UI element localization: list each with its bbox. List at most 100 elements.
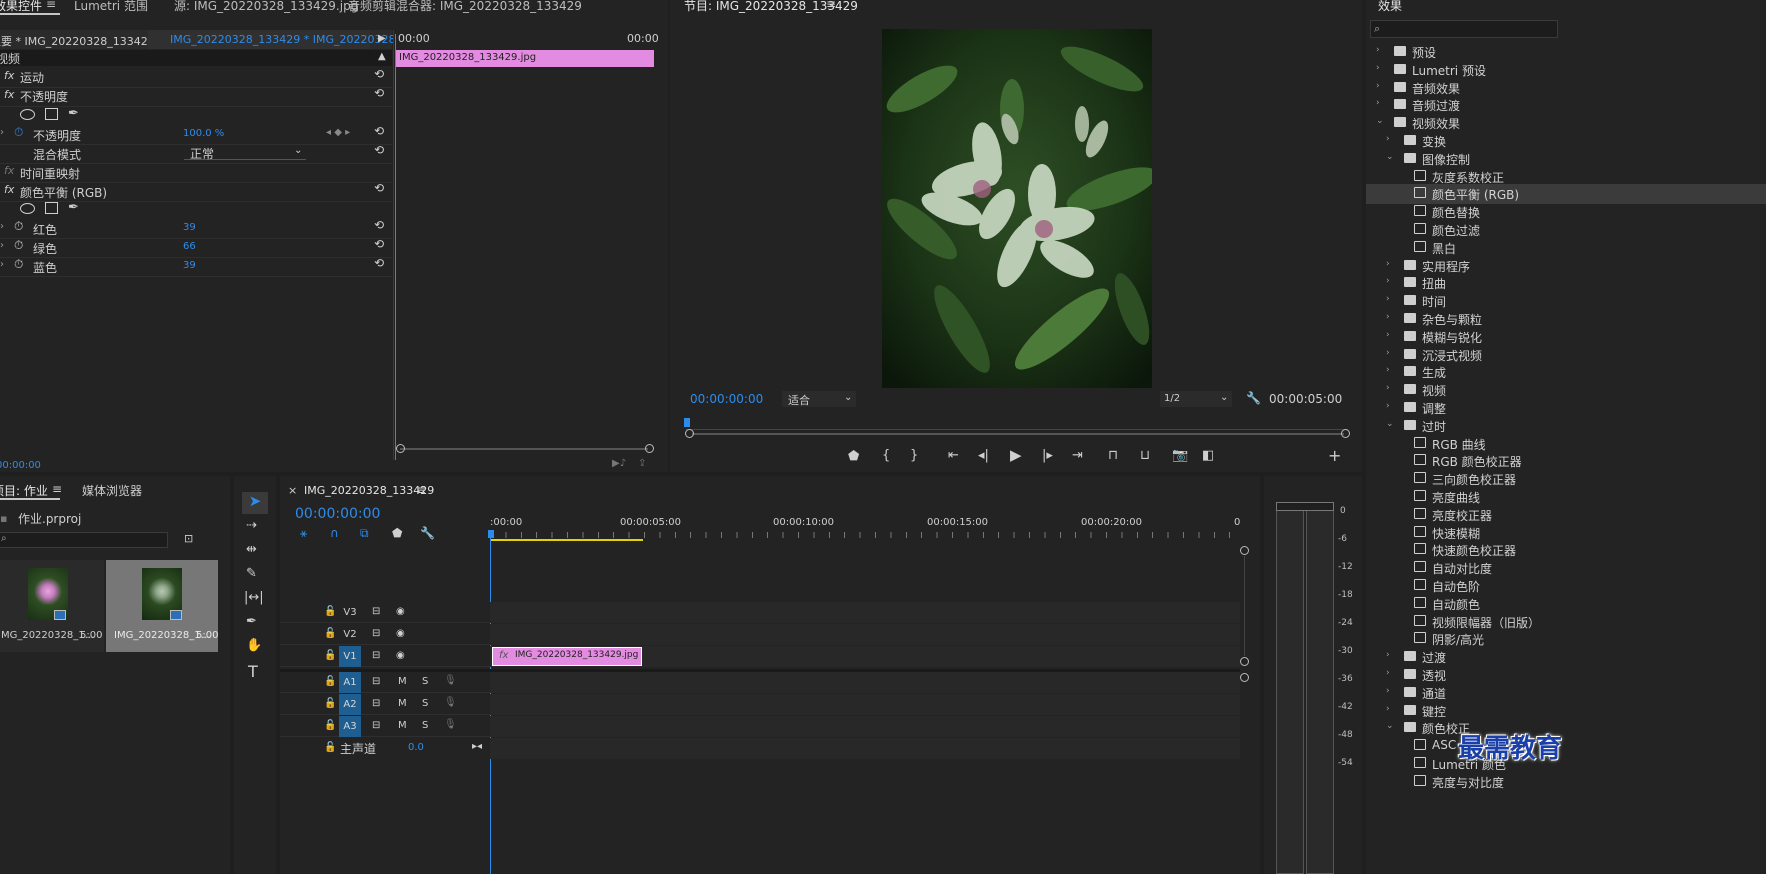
red-value[interactable]: 39 (183, 222, 196, 233)
mark-in-icon[interactable]: { (882, 448, 890, 463)
step-back-icon[interactable]: ◂| (978, 448, 989, 463)
reset-icon[interactable]: ⟲ (374, 181, 384, 195)
green-value[interactable]: 66 (183, 241, 196, 252)
microphone-icon[interactable]: 🎙 (444, 719, 457, 730)
sync-lock-icon[interactable]: ⊟ (372, 650, 380, 661)
timeline-timecode[interactable]: 00:00:00:00 (295, 506, 380, 522)
chevron-down-icon[interactable]: ⌄ (1376, 116, 1386, 126)
track-lane[interactable] (490, 694, 1240, 715)
go-to-out-icon[interactable]: ⇥ (1072, 448, 1083, 463)
add-marker-icon[interactable]: ⬟ (848, 449, 859, 464)
panel-menu-icon[interactable]: ≡ (52, 482, 62, 496)
chevron-down-icon[interactable]: ⌄ (1386, 152, 1396, 162)
lock-icon[interactable]: 🔓 (324, 606, 336, 617)
stopwatch-icon[interactable]: ⏱ (14, 257, 23, 272)
blue-value[interactable]: 39 (183, 260, 196, 271)
chevron-right-icon[interactable]: › (1376, 81, 1386, 91)
reset-icon[interactable]: ⟲ (374, 67, 384, 81)
keyframe-nav-icon[interactable]: ◂ ◆ ▸ (326, 127, 350, 138)
playhead-marker[interactable] (684, 418, 690, 427)
chevron-right-icon[interactable]: › (1386, 686, 1396, 696)
chevron-down-icon[interactable]: ⌄ (1386, 721, 1396, 731)
tab-lumetri-scopes[interactable]: Lumetri 范围 (74, 0, 148, 14)
reset-icon[interactable]: ⟲ (374, 86, 384, 100)
track-lane[interactable] (490, 624, 1240, 645)
work-area-bar[interactable] (490, 539, 643, 541)
video-section-header[interactable]: 视频 ▲ (0, 50, 392, 66)
program-video-frame[interactable] (882, 29, 1152, 388)
vertical-scroll-handle-bottom[interactable] (1240, 673, 1249, 682)
chevron-right-icon[interactable]: › (1386, 401, 1396, 411)
nest-toggle-icon[interactable]: ⚹ (300, 526, 307, 541)
tab-audio-mixer[interactable]: 音频剪辑混合器: IMG_20220328_133429 (348, 0, 582, 14)
track-label[interactable]: V3 (339, 602, 361, 623)
sequence-tab[interactable]: IMG_20220328_133429 (304, 484, 434, 497)
track-label[interactable]: A3 (339, 716, 361, 737)
linked-selection-icon[interactable]: ⧉ (360, 526, 369, 541)
reset-icon[interactable]: ⟲ (374, 256, 384, 270)
chevron-right-icon[interactable]: › (1376, 98, 1386, 108)
type-tool-icon[interactable]: T (248, 662, 258, 681)
scroll-handle-left[interactable] (685, 429, 694, 438)
ripple-edit-tool-icon[interactable]: ⇹ (246, 542, 257, 557)
comparison-view-icon[interactable]: ◧ (1202, 448, 1214, 463)
snap-magnet-icon[interactable]: ∩ (330, 526, 339, 540)
chevron-right-icon[interactable]: › (1386, 383, 1396, 393)
scroll-handle-left[interactable] (396, 444, 405, 453)
panel-menu-icon[interactable]: ≡ (416, 483, 426, 497)
lock-icon[interactable]: 🔓 (324, 698, 336, 709)
rectangle-mask-icon[interactable] (45, 108, 58, 120)
selection-tool-icon[interactable]: ➤ (242, 492, 268, 514)
add-marker-icon[interactable]: ⬟ (392, 526, 402, 540)
chevron-right-icon[interactable]: › (1376, 63, 1386, 73)
chevron-right-icon[interactable]: › (1376, 45, 1386, 55)
track-lane[interactable] (490, 716, 1240, 737)
chevron-right-icon[interactable]: › (1386, 276, 1396, 286)
chevron-right-icon[interactable]: › (1386, 312, 1396, 322)
effect-row-time-remap[interactable]: fx 时间重映射 (0, 162, 392, 183)
chevron-right-icon[interactable]: › (1386, 294, 1396, 304)
playhead-handle[interactable] (488, 530, 494, 538)
panel-menu-icon[interactable]: ≡ (46, 0, 56, 11)
effects-panel-title[interactable]: 效果 (1378, 0, 1402, 14)
mute-button[interactable]: M (398, 698, 407, 709)
collapse-up-icon[interactable]: ▲ (378, 51, 386, 62)
track-label[interactable]: V1 (339, 646, 361, 667)
razor-tool-icon[interactable]: ✎ (246, 566, 257, 581)
scroll-handle-right[interactable] (645, 444, 654, 453)
mute-button[interactable]: M (398, 720, 407, 731)
export-frame-icon[interactable]: 📷 (1172, 448, 1188, 463)
effect-controls-timecode[interactable]: 00:00:00 (0, 460, 41, 471)
effect-row-motion[interactable]: fx 运动 ⟲ (0, 67, 392, 88)
chevron-down-icon[interactable]: ⌄ (1386, 419, 1396, 429)
chevron-right-icon[interactable]: › (1386, 330, 1396, 340)
step-forward-icon[interactable]: |▸ (1042, 448, 1053, 463)
reset-icon[interactable]: ⟲ (374, 124, 384, 138)
panel-menu-icon[interactable]: ≡ (826, 0, 836, 11)
vertical-scroll-handle-top[interactable] (1240, 546, 1249, 555)
master-volume-value[interactable]: 0.0 (408, 742, 424, 753)
lock-icon[interactable]: 🔓 (324, 720, 336, 731)
rectangle-mask-icon[interactable] (45, 202, 58, 214)
expand-arrow-icon[interactable]: › (0, 221, 4, 232)
track-lane[interactable] (490, 602, 1240, 623)
lock-icon[interactable]: 🔓 (324, 650, 336, 661)
lock-icon[interactable]: 🔓 (324, 628, 336, 639)
solo-button[interactable]: S (422, 698, 428, 709)
new-search-bin-icon[interactable]: ⊡ (184, 532, 193, 545)
vertical-scroll-track[interactable] (1244, 556, 1245, 656)
timeline-ruler[interactable]: :00:00 00:00:05:00 00:00:10:00 00:00:15:… (490, 512, 1240, 542)
button-editor-plus-icon[interactable]: + (1328, 446, 1341, 465)
track-select-tool-icon[interactable]: ⇢ (246, 518, 257, 533)
track-lane[interactable] (490, 672, 1240, 693)
go-to-in-icon[interactable]: ⇤ (948, 448, 959, 463)
scroll-handle-right[interactable] (1341, 429, 1350, 438)
pen-tool-icon[interactable]: ✒ (246, 614, 257, 629)
play-only-audio-icon[interactable]: ▶ (378, 33, 386, 44)
pen-mask-icon[interactable]: ✒ (68, 106, 79, 121)
stopwatch-icon[interactable]: ⏱ (14, 219, 23, 234)
tab-effect-controls[interactable]: 效果控件 (0, 0, 42, 14)
lock-icon[interactable]: 🔓 (324, 676, 336, 687)
project-item[interactable]: IMG_20220328_1… 5:00 (106, 560, 218, 652)
effect-item[interactable]: 亮度与对比度 (1366, 772, 1766, 792)
